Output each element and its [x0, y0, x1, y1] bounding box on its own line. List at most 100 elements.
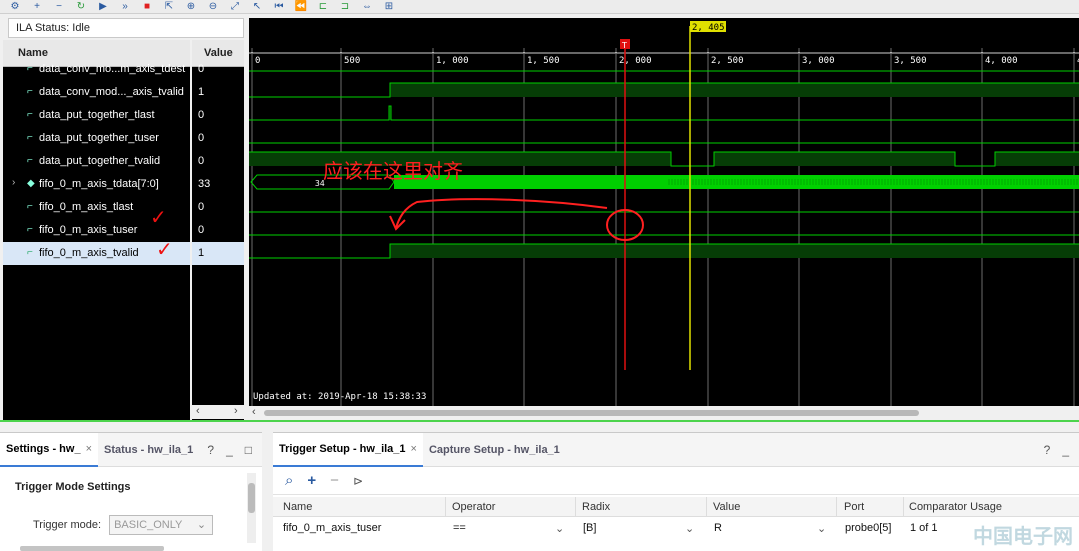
signal-high-fill [995, 152, 1079, 166]
close-icon[interactable]: × [411, 443, 417, 455]
tick-label: 500 [344, 56, 360, 66]
scrollbar-thumb[interactable] [264, 410, 919, 416]
ila-window: ⚙ + − ↻ ▶ » ■ ⇱ ⊕ ⊖ ⤢ ↖ ⏮ ⏪ ⊏ ⊐ ⇔ ⊞ ILA … [0, 0, 1079, 551]
chevron-down-icon[interactable]: ⌄ [685, 522, 694, 535]
settings-hscroll[interactable] [20, 546, 164, 551]
cursor-label: 2, 405 [692, 23, 725, 33]
signal-name: data_put_together_tvalid [39, 155, 161, 167]
signal-high-fill [390, 244, 1079, 258]
trigger-mode-label: Trigger mode: [33, 519, 102, 531]
tick-label: 3, 500 [894, 56, 927, 66]
tick-label: 4, 000 [985, 56, 1018, 66]
zoom-in-icon[interactable]: ⊕ [184, 1, 198, 12]
signal-row[interactable]: ⌐ data_put_together_tlast [3, 104, 190, 127]
zoom-fit-icon[interactable]: ⤢ [228, 1, 242, 12]
settings-tabs: Settings - hw_ × Status - hw_ila_1 ? _ □ [0, 432, 262, 467]
panel-separator [0, 420, 1079, 422]
snap-icon[interactable]: ⊞ [382, 1, 396, 12]
bus-icon: ◆ [27, 178, 35, 189]
trigger-mode-select[interactable]: BASIC_ONLY ⌄ [109, 515, 214, 535]
settings-scrollbar[interactable] [247, 473, 256, 543]
signal-row[interactable]: ⌐ data_put_together_tuser [3, 127, 190, 150]
plus-icon[interactable]: + [307, 472, 316, 489]
remove-icon[interactable]: − [52, 1, 66, 12]
waveform-viewer[interactable]: 0 500 1, 000 1, 500 2, 000 2, 500 3, 000 3, 500… [249, 18, 1079, 406]
signal-name: fifo_0_m_axis_tdata[7:0] [39, 178, 159, 190]
scroll-left-icon[interactable]: ‹ [252, 406, 256, 418]
name-scrollbar[interactable]: ‹ › [190, 405, 246, 419]
waveform-scrollbar[interactable]: ‹ [249, 406, 1079, 420]
chevron-down-icon[interactable]: ⌄ [817, 522, 826, 535]
tab-trigger-setup[interactable]: Trigger Setup - hw_ila_1 × [273, 432, 423, 467]
operator-value[interactable]: == [453, 522, 466, 534]
run-trigger-icon[interactable]: ▶ [96, 1, 110, 12]
tick-label: 2, 500 [711, 56, 744, 66]
scroll-left-icon[interactable]: ‹ [196, 405, 200, 417]
trigger-mode-row: Trigger mode: BASIC_ONLY ⌄ [33, 515, 214, 535]
col-port[interactable]: Port [844, 501, 864, 513]
expand-icon[interactable]: › [12, 177, 15, 188]
col-name[interactable]: Name [283, 501, 312, 513]
help-icon[interactable]: ? [1044, 443, 1051, 457]
add-marker-icon[interactable]: ⊏ [316, 1, 330, 12]
settings-icon[interactable]: ⚙ [8, 1, 22, 12]
close-icon[interactable]: × [86, 443, 92, 455]
col-operator[interactable]: Operator [452, 501, 495, 513]
next-marker-icon[interactable]: ⊐ [338, 1, 352, 12]
signal-name: fifo_0_m_axis_tuser [39, 224, 138, 236]
run-immediate-icon[interactable]: » [118, 1, 132, 12]
signal-row[interactable]: ⌐ data_conv_mo...m_axis_tdest [3, 58, 190, 81]
col-comparator[interactable]: Comparator Usage [909, 501, 1002, 513]
signal-value: 0 [198, 132, 205, 144]
signal-name-column: Name ⌐ data_conv_mo...m_axis_tdest ⌐ data_c… [3, 40, 190, 420]
tab-capture-setup[interactable]: Capture Setup - hw_ila_1 [423, 433, 566, 467]
stop-icon[interactable]: ■ [140, 1, 154, 12]
tick-label: 1, 500 [527, 56, 560, 66]
refresh-icon[interactable]: ↻ [74, 1, 88, 12]
swap-cursor-icon[interactable]: ⇔ [360, 1, 374, 12]
zoom-out-icon[interactable]: ⊖ [206, 1, 220, 12]
scroll-right-icon[interactable]: › [234, 405, 238, 417]
col-radix[interactable]: Radix [582, 501, 610, 513]
probe-name: fifo_0_m_axis_tuser [283, 522, 382, 534]
wave-put-together-tlast [249, 105, 1079, 121]
search-icon[interactable]: ⌕ [285, 472, 293, 489]
waveform-toolbar: ⚙ + − ↻ ▶ » ■ ⇱ ⊕ ⊖ ⤢ ↖ ⏮ ⏪ ⊏ ⊐ ⇔ ⊞ [0, 0, 1079, 14]
export-icon[interactable]: ⇱ [162, 1, 176, 12]
port-value: probe0[5] [845, 522, 892, 534]
minimize-icon[interactable]: _ [1062, 443, 1069, 457]
waveform-canvas[interactable]: 0 500 1, 000 1, 500 2, 000 2, 500 3, 000 3, 500… [249, 18, 1079, 406]
compare-icon[interactable]: ⊳ [353, 474, 363, 488]
signal-row[interactable]: ⌐ data_conv_mod..._axis_tvalid [3, 81, 190, 104]
maximize-icon[interactable]: □ [245, 443, 252, 457]
signal-name: fifo_0_m_axis_tvalid [39, 247, 139, 259]
go-start-icon[interactable]: ⏮ [272, 1, 286, 12]
help-icon[interactable]: ? [207, 443, 214, 457]
col-value[interactable]: Value [713, 501, 740, 513]
signal-name: data_conv_mo...m_axis_tdest [39, 63, 186, 75]
minus-icon[interactable]: − [330, 472, 339, 489]
signal-high-fill [390, 83, 1079, 97]
signal-row[interactable]: ⌐ data_put_together_tvalid [3, 150, 190, 173]
signal-row[interactable]: › ◆ fifo_0_m_axis_tdata[7:0] [3, 173, 190, 196]
trigger-mode-section-title: Trigger Mode Settings [15, 481, 131, 493]
table-row[interactable]: fifo_0_m_axis_tuser == ⌄ [B] ⌄ R ⌄ probe… [273, 518, 1079, 540]
add-icon[interactable]: + [30, 1, 44, 12]
chevron-down-icon[interactable]: ⌄ [555, 522, 564, 535]
settings-panel: Settings - hw_ × Status - hw_ila_1 ? _ □… [0, 432, 262, 551]
prev-transition-icon[interactable]: ⏪ [294, 1, 308, 12]
radix-value[interactable]: [B] [583, 522, 596, 534]
trigger-tabs: Trigger Setup - hw_ila_1 × Capture Setup… [273, 432, 1079, 467]
wire-icon: ⌐ [27, 155, 33, 166]
cursor-icon[interactable]: ↖ [250, 1, 264, 12]
signal-value: 1 [198, 86, 205, 98]
signal-high-fill [714, 152, 955, 166]
tab-status[interactable]: Status - hw_ila_1 [98, 433, 199, 467]
tab-settings[interactable]: Settings - hw_ × [0, 432, 98, 467]
value-field[interactable]: R [714, 522, 722, 534]
signal-name: data_put_together_tlast [39, 109, 155, 121]
minimize-icon[interactable]: _ [226, 443, 233, 457]
trigger-toolbar: ⌕ + − ⊳ [273, 467, 1079, 495]
red-check-mark: ✓ [156, 239, 173, 261]
signal-value: 33 [198, 178, 211, 190]
